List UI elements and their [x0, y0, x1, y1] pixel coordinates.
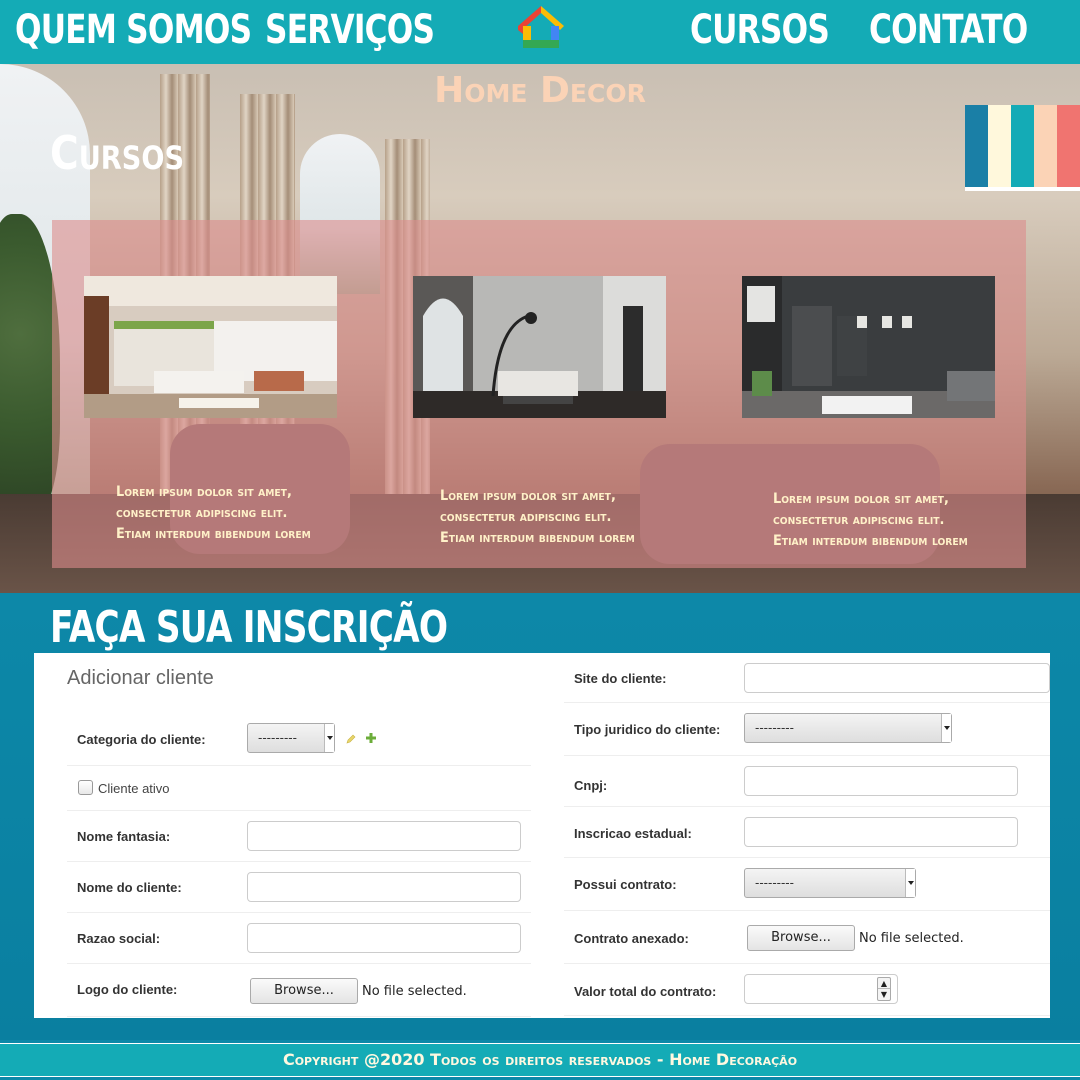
footer: Copyright @2020 Todos os direitos reserv… [0, 1040, 1080, 1080]
valor-total-label: Valor total do contrato: [574, 984, 717, 999]
section-title: Cursos [50, 126, 185, 180]
number-stepper[interactable]: ▲ ▼ [877, 977, 891, 1001]
footer-bar: Copyright @2020 Todos os direitos reserv… [0, 1043, 1080, 1077]
contrato-browse-button[interactable]: Browse... [747, 925, 855, 951]
form-row: Tipo juridico do cliente: --------- [564, 703, 1050, 756]
form-row: Cnpj: [564, 756, 1050, 807]
categoria-label: Categoria do cliente: [77, 732, 206, 747]
course-line: consectetur adipiscing elit. [116, 505, 288, 521]
nome-fantasia-label: Nome fantasia: [77, 829, 171, 844]
course-line: Lorem ipsum dolor sit amet, [116, 484, 292, 500]
cnpj-label: Cnpj: [574, 778, 608, 793]
course-line: Lorem ipsum dolor sit amet, [773, 491, 949, 507]
form-row: Contrato anexado: Browse... No file sele… [564, 911, 1050, 964]
chevron-down-icon [324, 724, 334, 752]
logo-browse-button[interactable]: Browse... [250, 978, 358, 1004]
contrato-file-status: No file selected. [859, 931, 964, 946]
nome-cliente-label: Nome do cliente: [77, 880, 182, 895]
course-line: consectetur adipiscing elit. [440, 509, 612, 525]
course-line: Etiam interdum bibendum lorem [116, 526, 311, 542]
form-heading: Adicionar cliente [67, 667, 214, 689]
hero-section: Home Decor Cursos Lorem ipsum dolor sit … [0, 64, 1080, 593]
palette-swatch [1011, 105, 1034, 187]
form-row: Valor total do contrato: ▲ ▼ [564, 964, 1050, 1016]
cnpj-input[interactable] [744, 766, 1018, 796]
possui-contrato-select[interactable]: --------- [744, 868, 916, 898]
course-description: Lorem ipsum dolor sit amet, consectetur … [773, 489, 968, 552]
nav-contato[interactable]: CONTATO [869, 6, 1028, 54]
form-row: Nome fantasia: [67, 811, 531, 862]
categoria-value: --------- [258, 730, 297, 745]
possui-contrato-label: Possui contrato: [574, 877, 677, 892]
add-icon[interactable] [365, 732, 377, 744]
course-line: Lorem ipsum dolor sit amet, [440, 488, 616, 504]
copyright-text: Copyright @2020 Todos os direitos reserv… [282, 1050, 798, 1069]
color-palette [965, 105, 1080, 191]
course-image[interactable] [413, 276, 666, 418]
course-line: Etiam interdum bibendum lorem [773, 533, 968, 549]
course-description: Lorem ipsum dolor sit amet, consectetur … [440, 486, 635, 549]
form-row: Inscricao estadual: [564, 807, 1050, 858]
pencil-icon[interactable] [345, 733, 357, 745]
course-description: Lorem ipsum dolor sit amet, consectetur … [116, 482, 311, 545]
inscricao-label: Inscricao estadual: [574, 826, 692, 841]
course-line: consectetur adipiscing elit. [773, 512, 945, 528]
course-image[interactable] [84, 276, 337, 418]
nome-fantasia-input[interactable] [247, 821, 521, 851]
palette-swatch [1057, 105, 1080, 187]
stepper-down-icon[interactable]: ▼ [878, 989, 890, 1000]
chevron-down-icon [941, 714, 951, 742]
form-row: Nome do cliente: [67, 862, 531, 913]
possui-contrato-value: --------- [755, 875, 794, 890]
inscricao-input[interactable] [744, 817, 1018, 847]
form-row: Razao social: [67, 913, 531, 964]
razao-social-label: Razao social: [77, 931, 161, 946]
tipo-juridico-select[interactable]: --------- [744, 713, 952, 743]
tipo-juridico-label: Tipo juridico do cliente: [574, 722, 721, 737]
course-image[interactable] [742, 276, 995, 418]
signup-title: FAÇA SUA INSCRIÇÃO [50, 602, 448, 653]
chevron-down-icon [905, 869, 915, 897]
contrato-anexado-label: Contrato anexado: [574, 931, 689, 946]
razao-social-input[interactable] [247, 923, 521, 953]
top-nav: QUEM SOMOS SERVIÇOS CURSOS CONTATO [0, 0, 1080, 64]
form-row: Logo do cliente: Browse... No file selec… [67, 964, 531, 1017]
form-row: Categoria do cliente: --------- [67, 713, 531, 766]
cliente-ativo-label: Cliente ativo [98, 781, 170, 796]
home-logo-icon[interactable] [514, 4, 568, 50]
cliente-ativo-checkbox[interactable] [78, 780, 93, 795]
client-form: Adicionar cliente Categoria do cliente: … [34, 653, 1050, 1018]
nav-servicos[interactable]: SERVIÇOS [265, 6, 435, 54]
nav-cursos[interactable]: CURSOS [690, 6, 830, 54]
course-line: Etiam interdum bibendum lorem [440, 530, 635, 546]
tipo-juridico-value: --------- [755, 720, 794, 735]
palette-swatch [988, 105, 1011, 187]
stepper-up-icon[interactable]: ▲ [878, 978, 890, 989]
courses-panel: Lorem ipsum dolor sit amet, consectetur … [52, 220, 1026, 568]
palette-swatch [1034, 105, 1057, 187]
categoria-select[interactable]: --------- [247, 723, 335, 753]
logo-cliente-label: Logo do cliente: [77, 982, 178, 997]
nav-quem-somos[interactable]: QUEM SOMOS [15, 6, 252, 54]
site-label: Site do cliente: [574, 671, 667, 686]
logo-file-status: No file selected. [362, 984, 467, 999]
form-row: Site do cliente: [564, 653, 1050, 703]
nome-cliente-input[interactable] [247, 872, 521, 902]
form-row: Possui contrato: --------- [564, 858, 1050, 911]
site-input[interactable] [744, 663, 1050, 693]
valor-total-input[interactable]: ▲ ▼ [744, 974, 898, 1004]
palette-swatch [965, 105, 988, 187]
brand-title: Home Decor [434, 70, 646, 111]
signup-section: FAÇA SUA INSCRIÇÃO Adicionar cliente Cat… [0, 593, 1080, 1040]
form-row: Cliente ativo [67, 766, 531, 811]
